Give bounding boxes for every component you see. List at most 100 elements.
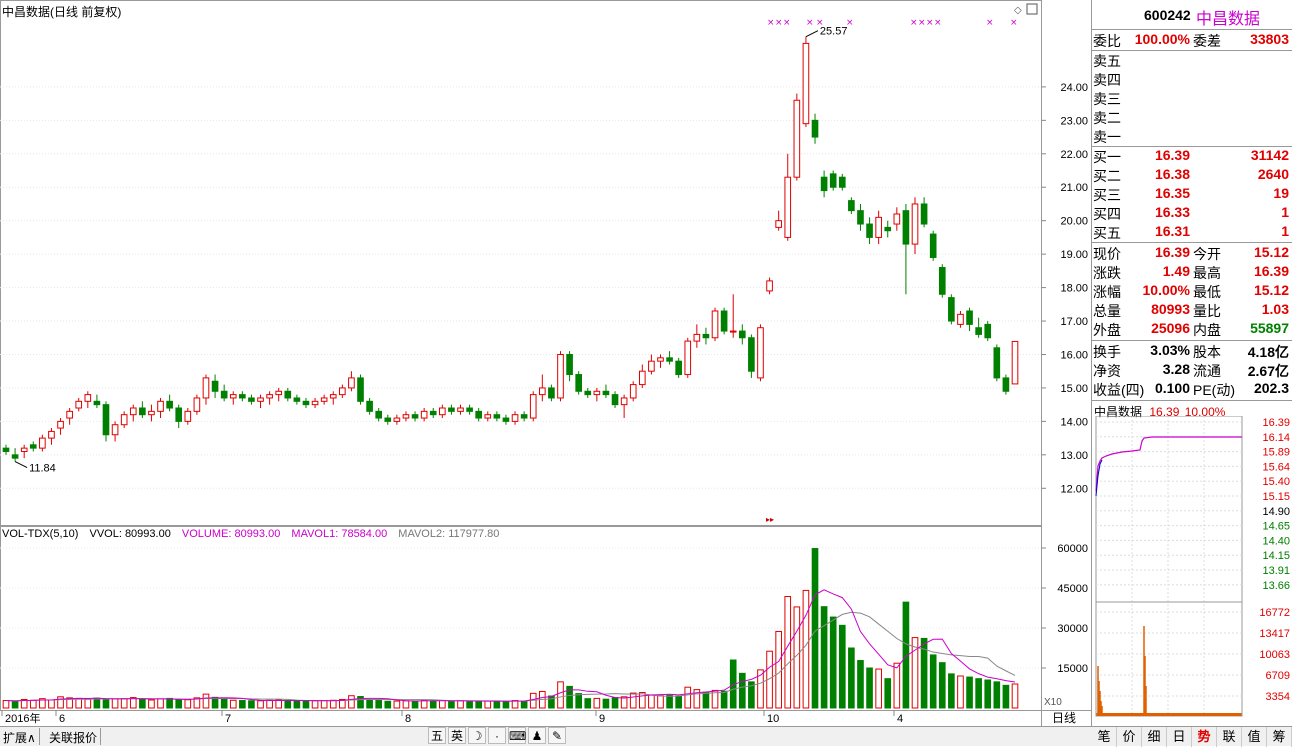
volume-bar bbox=[393, 700, 401, 709]
dot-icon[interactable]: · bbox=[488, 727, 506, 744]
volume-bar bbox=[329, 699, 337, 709]
volume-bar bbox=[475, 700, 483, 709]
candle-body bbox=[2, 447, 10, 452]
fund-value: 202.3 bbox=[1253, 380, 1289, 396]
candle-body bbox=[866, 223, 873, 238]
x-tick-label: 7 bbox=[225, 713, 231, 725]
sell-row: 卖四 bbox=[1092, 70, 1292, 89]
event-marker: × bbox=[926, 18, 934, 28]
x-tick-label: 8 bbox=[405, 713, 411, 725]
volume-bar bbox=[811, 548, 819, 709]
candle-body bbox=[666, 357, 673, 362]
price-tick-label: 17.00 bbox=[1060, 316, 1088, 328]
volume-bar bbox=[1002, 684, 1010, 709]
mini-price-label: 14.40 bbox=[1262, 535, 1290, 547]
price-tick-label: 21.00 bbox=[1060, 182, 1088, 194]
candle-body bbox=[911, 203, 919, 245]
volume-bar bbox=[2, 700, 10, 709]
fund-value: 2.67亿 bbox=[1247, 363, 1289, 379]
volume-bar bbox=[993, 681, 1001, 709]
event-marker: × bbox=[846, 18, 854, 28]
volume-bar bbox=[120, 698, 128, 709]
tab-extend[interactable]: 扩展∧ bbox=[0, 728, 40, 745]
fund-label: 换手 bbox=[1093, 344, 1121, 360]
candle-body bbox=[93, 400, 101, 406]
lang-toggle[interactable]: 英 bbox=[448, 727, 466, 744]
candle-body bbox=[420, 410, 428, 419]
tab-related-quotes[interactable]: 关联报价 bbox=[46, 728, 102, 745]
volume-bar bbox=[302, 700, 310, 709]
buy-price: 16.35 bbox=[1154, 185, 1190, 201]
volume-bar bbox=[429, 700, 437, 709]
candle-body bbox=[648, 360, 655, 372]
candle-body bbox=[975, 327, 982, 335]
event-marker: × bbox=[806, 18, 814, 28]
right-tab[interactable]: 价 bbox=[1117, 727, 1142, 747]
candle-body bbox=[984, 323, 992, 339]
high-label: 25.57 bbox=[820, 26, 848, 38]
candle-body bbox=[693, 333, 701, 342]
stat-label: 外盘 bbox=[1093, 322, 1121, 338]
buy-volume: 19 bbox=[1273, 185, 1289, 201]
candle-body bbox=[711, 310, 719, 339]
buy-row: 买三 16.35 19 bbox=[1092, 185, 1292, 204]
volume-bar bbox=[384, 700, 392, 709]
candle-body bbox=[584, 390, 592, 396]
event-marker: × bbox=[918, 18, 926, 28]
right-tab[interactable]: 值 bbox=[1242, 727, 1267, 747]
x-tick-label: 6 bbox=[59, 713, 65, 725]
intraday-mini-chart[interactable]: 16.39 16.14 15.89 15.64 15.40 15.15 14.90 14.65… bbox=[1092, 416, 1292, 726]
right-tab[interactable]: 细 bbox=[1142, 727, 1167, 747]
stat-value: 1.49 bbox=[1162, 263, 1190, 279]
sell-row: 卖五 bbox=[1092, 51, 1292, 70]
candle-body bbox=[39, 437, 46, 449]
weibi-row: 委比 100.00% 委差 33803 bbox=[1092, 31, 1292, 50]
mini-vol-label: 13417 bbox=[1259, 628, 1290, 640]
candle-body bbox=[148, 410, 155, 416]
candle-body bbox=[602, 390, 610, 396]
sell-label: 卖五 bbox=[1093, 53, 1121, 69]
buy-row: 买一 16.39 31142 bbox=[1092, 147, 1292, 166]
stat-label: 总量 bbox=[1093, 303, 1121, 319]
candle-body bbox=[593, 390, 601, 396]
fundamental-row: 净资 3.28 流通 2.67亿 bbox=[1092, 361, 1292, 380]
right-tab[interactable]: 日 bbox=[1167, 727, 1192, 747]
period-label: 日线 bbox=[1052, 711, 1076, 725]
candle-body bbox=[957, 313, 964, 325]
volume-bar bbox=[211, 696, 219, 709]
candle-body bbox=[993, 347, 1001, 379]
tab-extend-label: 扩展 bbox=[3, 731, 28, 745]
candle-body bbox=[184, 410, 192, 422]
kline-chart[interactable]: 24.00 23.00 22.00 21.00 20.00 19.00 18.00 17.00… bbox=[0, 0, 1092, 726]
candle-body bbox=[757, 327, 764, 379]
stat-row: 涨跌 1.49 最高 16.39 bbox=[1092, 263, 1292, 282]
right-tab-bar: 笔价细日势联值筹 bbox=[1092, 726, 1292, 747]
volume-bar bbox=[984, 679, 992, 709]
right-tab[interactable]: 笔 bbox=[1092, 727, 1117, 747]
candle-body bbox=[229, 394, 237, 399]
candle-body bbox=[748, 337, 755, 372]
volume-bar bbox=[311, 700, 319, 709]
wrench-icon[interactable]: ✎ bbox=[548, 727, 566, 744]
keyboard-icon[interactable]: ⌨ bbox=[508, 727, 526, 744]
volume-bar bbox=[966, 676, 973, 709]
candle-body bbox=[457, 407, 464, 412]
right-tab[interactable]: 联 bbox=[1217, 727, 1242, 747]
candle-body bbox=[439, 407, 446, 416]
volume-bar bbox=[702, 691, 710, 709]
ime-toolbar: 五 英 ☽ · ⌨ ♟ ✎ bbox=[428, 727, 566, 745]
ime-icon[interactable]: 五 bbox=[428, 727, 446, 744]
right-tab[interactable]: 筹 bbox=[1267, 727, 1292, 747]
candle-body bbox=[575, 374, 582, 392]
moon-icon[interactable]: ☽ bbox=[468, 727, 486, 744]
right-tab[interactable]: 势 bbox=[1192, 727, 1217, 747]
candle-body bbox=[948, 297, 955, 322]
candle-body bbox=[838, 176, 846, 188]
user-icon[interactable]: ♟ bbox=[528, 727, 546, 744]
volume-bar bbox=[575, 693, 582, 709]
candle-body bbox=[475, 410, 483, 419]
stat-value: 10.00% bbox=[1142, 282, 1190, 298]
stat-value: 80993 bbox=[1151, 301, 1190, 317]
mini-price-label: 13.66 bbox=[1262, 580, 1290, 592]
candle-body bbox=[302, 400, 310, 406]
